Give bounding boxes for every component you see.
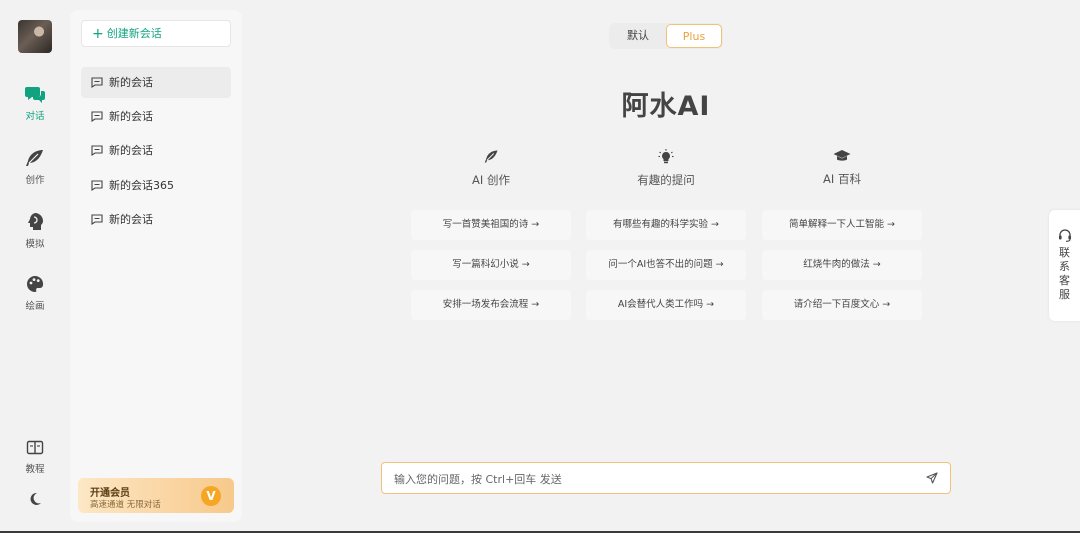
headset-icon xyxy=(1058,229,1071,242)
rail-item-simulate[interactable]: 模拟 xyxy=(0,212,70,250)
head-profile-icon xyxy=(28,213,43,230)
palette-icon xyxy=(27,275,44,292)
mode-default-button[interactable]: 默认 xyxy=(610,24,666,48)
moon-icon xyxy=(30,492,41,505)
rail-label-create: 创作 xyxy=(25,175,45,186)
message-icon xyxy=(91,111,103,122)
feather-icon xyxy=(26,150,43,166)
rail-item-tutorial[interactable]: 教程 xyxy=(0,440,70,475)
send-icon[interactable] xyxy=(926,472,938,484)
rail-label-paint: 绘画 xyxy=(25,301,45,312)
rail-label-tutorial: 教程 xyxy=(25,464,45,475)
rail-item-chat[interactable]: 对话 xyxy=(0,86,70,122)
message-icon xyxy=(91,145,103,156)
conversation-item[interactable]: 新的会话 xyxy=(81,135,231,166)
vip-subtitle: 高速通道 无限对话 xyxy=(90,500,161,510)
suggestion-card[interactable]: 红烧牛肉的做法 → xyxy=(762,250,922,280)
contact-support-label: 联系客服 xyxy=(1059,246,1070,301)
rail-item-create[interactable]: 创作 xyxy=(0,149,70,186)
suggestion-card[interactable]: 有哪些有趣的科学实验 → xyxy=(586,210,746,240)
conversation-label: 新的会话365 xyxy=(109,179,174,192)
theme-toggle[interactable] xyxy=(0,492,70,506)
message-icon xyxy=(91,214,103,225)
conversation-sidebar: + 创建新会话 新的会话 新的会话 新的会话 新的会话365 新的会话 开通会员… xyxy=(70,10,242,522)
mode-toggle: 默认 Plus xyxy=(609,23,723,49)
lightbulb-icon xyxy=(658,149,674,164)
suggestion-card[interactable]: 问一个AI也答不出的问题 → xyxy=(586,250,746,280)
column-fun-questions: 有趣的提问 xyxy=(586,149,746,188)
conversation-label: 新的会话 xyxy=(109,76,153,89)
conversation-item[interactable]: 新的会话 xyxy=(81,204,231,235)
new-chat-label: 创建新会话 xyxy=(106,27,162,40)
question-input-box xyxy=(381,462,951,495)
conversation-label: 新的会话 xyxy=(109,213,153,226)
vip-badge-icon: V xyxy=(201,486,221,506)
new-chat-button[interactable]: + 创建新会话 xyxy=(81,20,231,47)
message-icon xyxy=(91,180,103,191)
graduation-cap-icon xyxy=(833,150,851,161)
message-icon xyxy=(91,77,103,88)
suggestion-card[interactable]: AI会替代人类工作吗 → xyxy=(586,290,746,320)
chat-bubbles-icon xyxy=(25,87,45,103)
conversation-item[interactable]: 新的会话 xyxy=(81,101,231,132)
conversation-label: 新的会话 xyxy=(109,110,153,123)
left-rail: 对话 创作 模拟 绘画 教程 xyxy=(0,0,70,533)
contact-support-button[interactable]: 联系客服 xyxy=(1049,210,1080,321)
suggestion-card[interactable]: 请介绍一下百度文心 → xyxy=(762,290,922,320)
rail-label-simulate: 模拟 xyxy=(25,239,45,250)
feather-icon xyxy=(484,150,497,163)
vip-title: 开通会员 xyxy=(90,488,130,499)
column-ai-create: AI 创作 xyxy=(411,149,571,188)
rail-item-paint[interactable]: 绘画 xyxy=(0,275,70,312)
conversation-label: 新的会话 xyxy=(109,144,153,157)
suggestion-card[interactable]: 写一首赞美祖国的诗 → xyxy=(411,210,571,240)
question-input[interactable] xyxy=(392,463,916,495)
book-icon xyxy=(26,440,44,455)
suggestion-card[interactable]: 写一篇科幻小说 → xyxy=(411,250,571,280)
page-title: 阿水AI xyxy=(621,91,711,122)
conversation-item[interactable]: 新的会话365 xyxy=(81,170,231,201)
column-ai-encyclopedia: AI 百科 xyxy=(762,149,922,187)
rail-label-chat: 对话 xyxy=(25,111,45,122)
column-label: AI 百科 xyxy=(823,172,861,186)
mode-plus-button[interactable]: Plus xyxy=(666,24,722,48)
suggestion-card[interactable]: 简单解释一下人工智能 → xyxy=(762,210,922,240)
plus-icon: + xyxy=(92,26,104,42)
conversation-item[interactable]: 新的会话 xyxy=(81,67,231,98)
column-label: AI 创作 xyxy=(472,173,510,187)
avatar[interactable] xyxy=(18,20,52,53)
suggestion-card[interactable]: 安排一场发布会流程 → xyxy=(411,290,571,320)
column-label: 有趣的提问 xyxy=(637,173,695,187)
vip-upgrade-card[interactable]: 开通会员 高速通道 无限对话 V xyxy=(78,478,234,513)
